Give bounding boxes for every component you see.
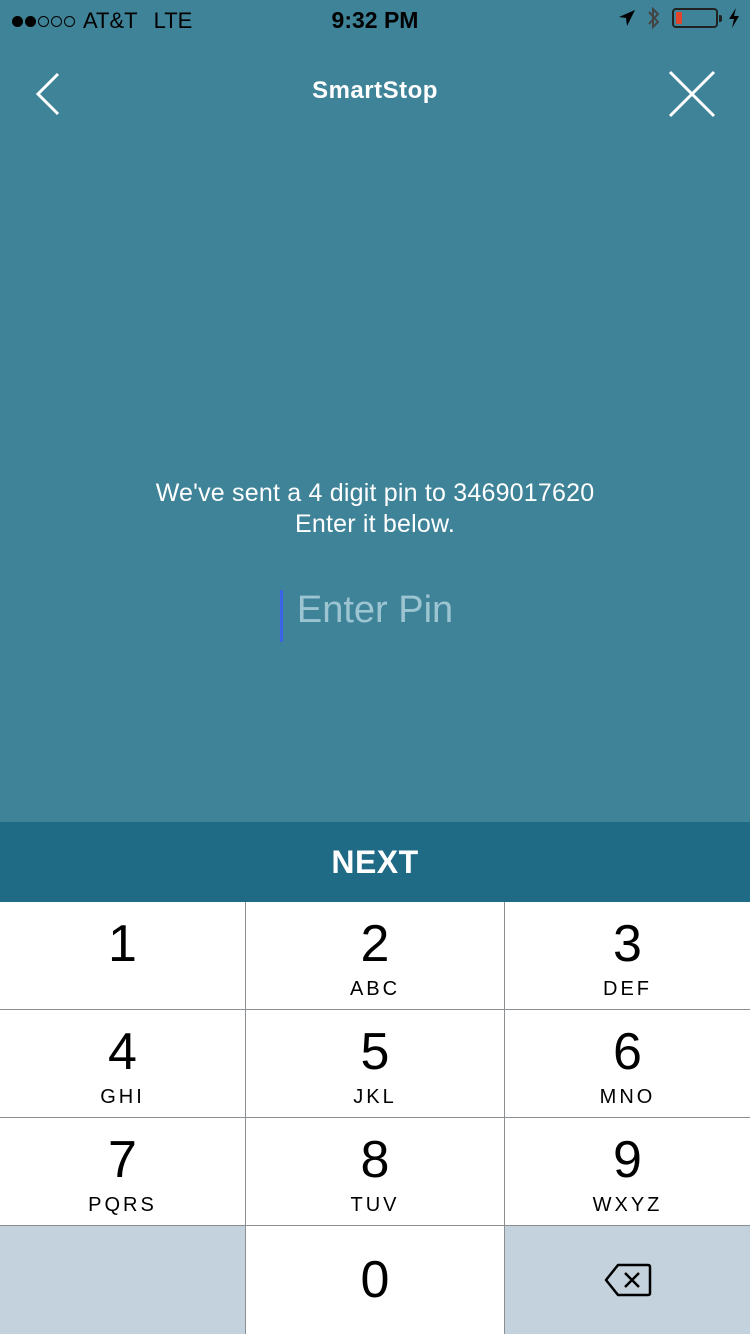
key-5[interactable]: 5 JKL: [246, 1010, 504, 1117]
key-letters: ABC: [349, 978, 401, 1000]
bluetooth-icon: [648, 6, 660, 30]
battery-icon: [672, 8, 722, 28]
key-number: 5: [360, 1023, 390, 1081]
delete-key[interactable]: [505, 1226, 750, 1334]
key-number: 6: [613, 1023, 642, 1081]
key-8[interactable]: 8 TUV: [246, 1118, 504, 1225]
key-3[interactable]: 3 DEF: [505, 902, 750, 1009]
location-icon: [619, 10, 635, 26]
key-1[interactable]: 1: [0, 902, 245, 1009]
charging-icon: [729, 8, 739, 28]
key-letters: TUV: [350, 1194, 400, 1216]
brand-title: SmartStop: [312, 77, 438, 104]
key-letters: PQRS: [88, 1194, 157, 1216]
key-number: 9: [613, 1131, 642, 1189]
key-6[interactable]: 6 MNO: [505, 1010, 750, 1117]
key-9[interactable]: 9 WXYZ: [505, 1118, 750, 1225]
key-7[interactable]: 7 PQRS: [0, 1118, 245, 1225]
close-icon: [668, 70, 716, 118]
key-letters: JKL: [353, 1086, 397, 1108]
key-number: 7: [108, 1131, 137, 1189]
key-4[interactable]: 4 GHI: [0, 1010, 245, 1117]
next-button[interactable]: NEXT: [0, 822, 750, 902]
key-number: 0: [360, 1251, 390, 1309]
pin-input[interactable]: [275, 580, 475, 640]
pin-sent-message: We've sent a 4 digit pin to 3469017620 E…: [0, 478, 750, 540]
key-number: 1: [108, 915, 137, 973]
key-number: 2: [360, 915, 390, 973]
header: SmartStop: [0, 40, 750, 140]
key-letters: MNO: [599, 1086, 656, 1108]
numeric-keypad: 1 2 ABC 3 DEF 4 GHI 5 JKL 6 MNO 7 PQRS 8…: [0, 902, 750, 1334]
text-cursor: [280, 590, 283, 642]
key-number: 8: [360, 1131, 390, 1189]
close-button[interactable]: [664, 66, 720, 122]
message-line-2: Enter it below.: [294, 510, 456, 538]
backspace-icon: [604, 1263, 651, 1297]
key-letters: GHI: [100, 1086, 145, 1108]
key-number: 3: [613, 915, 642, 973]
key-2[interactable]: 2 ABC: [246, 902, 504, 1009]
key-blank: [0, 1226, 245, 1334]
status-right: [618, 6, 740, 30]
pin-field-wrapper: [275, 580, 475, 646]
key-0[interactable]: 0: [246, 1226, 504, 1334]
status-bar: AT&T LTE 9:32 PM: [0, 0, 750, 40]
key-letters: WXYZ: [592, 1194, 663, 1216]
message-line-1: We've sent a 4 digit pin to 3469017620: [155, 479, 595, 507]
key-letters: DEF: [603, 978, 652, 1000]
key-number: 4: [108, 1023, 137, 1081]
